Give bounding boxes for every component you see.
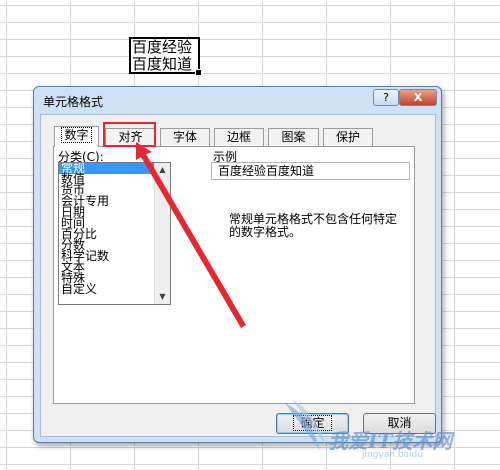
dialog-title: 单元格格式 [43,95,104,109]
tab-border[interactable]: 边框 [214,128,264,146]
cell-text-line-1: 百度经验 [132,38,193,56]
scroll-up-icon[interactable]: ▲ [155,163,170,177]
tab-patterns-label: 图案 [281,130,306,144]
dialog-body: 数字 对齐 字体 边框 图案 保护 分类(C): 常规 数值 货币 会计专用 日… [40,114,436,437]
category-listbox[interactable]: 常规 数值 货币 会计专用 日期 时间 百分比 分数 科学记数 文本 特殊 自定… [58,162,171,305]
category-description: 常规单元格格式不包含任何特定 的数字格式。 [229,213,414,239]
selected-cell[interactable]: 百度经验 百度知道 [129,37,202,76]
tab-font[interactable]: 字体 [160,128,210,146]
help-button[interactable]: ? [373,89,399,106]
tab-number-label: 数字 [61,127,92,143]
sample-preview: 百度经验百度知道 [211,162,410,180]
tab-protection-label: 保护 [335,130,360,144]
tab-border-label: 边框 [226,130,251,144]
scroll-down-icon[interactable]: ▼ [155,290,170,304]
tab-protection[interactable]: 保护 [323,128,373,146]
category-item-custom[interactable]: 自定义 [59,283,155,295]
dialog-titlebar[interactable]: 单元格格式 ? X [34,87,441,113]
tab-patterns[interactable]: 图案 [268,128,319,146]
fill-handle[interactable] [195,69,202,76]
alignment-tab-highlight-box [103,122,156,147]
tab-number[interactable]: 数字 [54,126,99,147]
watermark-url: jingyan.baidu [362,450,423,460]
number-tab-panel: 分类(C): 常规 数值 货币 会计专用 日期 时间 百分比 分数 科学记数 文… [53,146,415,404]
format-cells-dialog: 单元格格式 ? X 数字 对齐 字体 边框 图案 保护 分类(C): 常规 数值… [33,86,442,443]
cell-text-line-2: 百度知道 [132,55,193,73]
tab-font-label: 字体 [172,130,197,144]
close-button[interactable]: X [399,89,437,106]
category-scrollbar[interactable]: ▲ ▼ [154,163,170,304]
description-line-2: 的数字格式。 [229,225,302,239]
watermark: 我爱IT技术网 jingyan.baidu [280,395,490,465]
